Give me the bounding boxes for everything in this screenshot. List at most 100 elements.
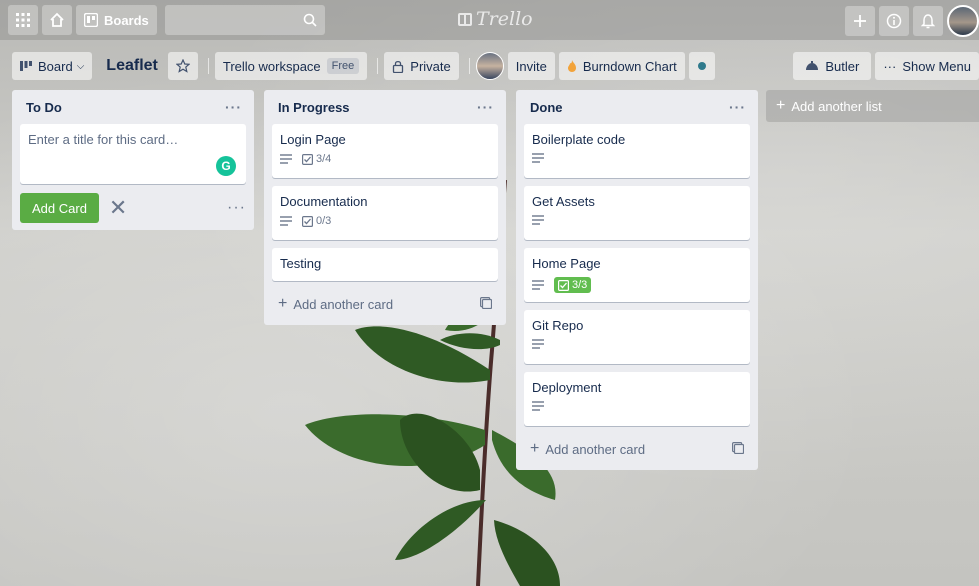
burndown-chart-button[interactable]: Burndown Chart <box>558 52 685 80</box>
board-view-label: Board <box>38 58 73 74</box>
close-icon[interactable]: ✕ <box>109 197 127 219</box>
user-avatar[interactable] <box>947 5 979 37</box>
list-title[interactable]: Done <box>530 100 563 115</box>
card-title: Get Assets <box>532 194 595 209</box>
card-template-icon[interactable] <box>480 296 493 312</box>
member-avatar[interactable] <box>475 52 504 80</box>
butler-button[interactable]: Butler <box>793 52 872 80</box>
card-badges <box>532 215 742 225</box>
powerup-dot-icon <box>697 62 706 70</box>
card-badges <box>532 153 742 163</box>
card-title: Home Page <box>532 256 601 271</box>
list-menu-icon[interactable]: ··· <box>729 99 746 115</box>
card[interactable]: Boilerplate code <box>524 124 750 178</box>
show-menu-button[interactable]: ··· Show Menu <box>875 52 979 80</box>
create-button[interactable] <box>845 6 875 36</box>
burndown-label: Burndown Chart <box>582 58 677 74</box>
divider <box>377 58 379 74</box>
composer-more-icon[interactable]: ··· <box>227 199 246 217</box>
add-card-button[interactable]: Add Card <box>20 193 99 223</box>
grid-icon <box>16 13 30 27</box>
composer-controls: Add Card ✕ ··· <box>20 192 246 224</box>
card[interactable]: Documentation 0/3 <box>272 186 498 240</box>
checklist-count: 0/3 <box>316 215 332 227</box>
info-icon <box>886 13 902 29</box>
trello-logo[interactable]: Trello <box>458 8 533 30</box>
description-icon <box>280 216 292 226</box>
powerup-button[interactable] <box>688 52 715 80</box>
card-template-icon[interactable] <box>732 441 745 457</box>
description-icon <box>532 215 544 225</box>
boards-button[interactable]: Boards <box>76 5 157 35</box>
grammarly-icon[interactable]: G <box>216 156 236 176</box>
list-menu-icon[interactable]: ··· <box>225 99 242 115</box>
plus-icon <box>854 15 866 27</box>
description-icon <box>532 401 544 411</box>
divider <box>468 58 470 74</box>
butler-label: Butler <box>825 58 860 74</box>
list-header[interactable]: To Do ··· <box>20 90 246 124</box>
card[interactable]: Deployment <box>524 372 750 426</box>
trello-logo-icon <box>458 12 472 26</box>
card[interactable]: Login Page 3/4 <box>272 124 498 178</box>
search-icon <box>303 13 317 27</box>
card-title: Documentation <box>280 194 368 209</box>
visibility-button[interactable]: Private <box>384 52 459 80</box>
notifications-button[interactable] <box>913 6 943 36</box>
card-badges: 0/3 <box>280 215 490 227</box>
show-menu-label: Show Menu <box>902 58 971 74</box>
card[interactable]: Git Repo <box>524 310 750 364</box>
card-title: Testing <box>280 256 322 271</box>
home-button[interactable] <box>42 5 72 35</box>
divider <box>207 58 209 74</box>
description-icon <box>532 280 544 290</box>
list-header[interactable]: In Progress ··· <box>272 90 498 124</box>
workspace-button[interactable]: Trello workspace Free <box>214 52 368 80</box>
invite-button[interactable]: Invite <box>507 52 555 80</box>
checklist-count: 3/4 <box>316 153 332 165</box>
flame-icon <box>567 60 577 72</box>
apps-button[interactable] <box>8 5 38 35</box>
card[interactable]: Get Assets <box>524 186 750 240</box>
card[interactable]: Home Page 3/3 <box>524 248 750 302</box>
search-input[interactable] <box>164 5 325 35</box>
description-icon <box>532 153 544 163</box>
plus-icon: + <box>278 295 288 312</box>
star-icon <box>175 59 190 73</box>
list-header[interactable]: Done ··· <box>524 90 750 124</box>
board-header: Board ⌵ Leaflet Trello workspace Free Pr… <box>0 48 979 84</box>
add-another-card-button[interactable]: + Add another card <box>272 289 498 319</box>
board-title[interactable]: Leaflet <box>96 57 168 75</box>
add-another-card-label: Add another card <box>293 296 394 312</box>
card-title: Deployment <box>532 380 602 395</box>
card[interactable]: Testing <box>272 248 498 281</box>
list-title[interactable]: To Do <box>26 100 62 115</box>
checklist-icon <box>302 215 313 227</box>
info-button[interactable] <box>879 6 909 36</box>
workspace-label: Trello workspace <box>222 58 321 74</box>
board-view-switcher[interactable]: Board ⌵ <box>12 52 93 80</box>
checklist-complete-badge: 3/3 <box>554 277 592 293</box>
add-another-card-button[interactable]: + Add another card <box>524 434 750 464</box>
card-badges: 3/3 <box>532 277 742 293</box>
list-in-progress: In Progress ··· Login Page 3/4 Documenta… <box>264 90 506 325</box>
boards-label: Boards <box>104 12 149 28</box>
card-composer-input[interactable]: Enter a title for this card… G <box>20 124 246 184</box>
list-todo: To Do ··· Enter a title for this card… G… <box>12 90 254 230</box>
visibility-label: Private <box>410 58 451 74</box>
star-button[interactable] <box>167 52 198 80</box>
description-icon <box>532 339 544 349</box>
board-view-icon <box>20 60 32 72</box>
card-badges <box>532 401 742 411</box>
add-another-list-button[interactable]: + Add another list <box>766 90 979 122</box>
list-title[interactable]: In Progress <box>278 100 350 115</box>
trello-logo-text: Trello <box>476 8 533 30</box>
top-header: Boards Trello <box>0 0 979 40</box>
checklist-badge: 3/4 <box>302 153 331 165</box>
card-badges <box>532 339 742 349</box>
list-menu-icon[interactable]: ··· <box>477 99 494 115</box>
composer-placeholder: Enter a title for this card… <box>28 132 179 147</box>
card-title: Login Page <box>280 132 346 147</box>
list-done: Done ··· Boilerplate code Get Assets Hom… <box>516 90 758 470</box>
add-another-card-label: Add another card <box>545 441 646 457</box>
